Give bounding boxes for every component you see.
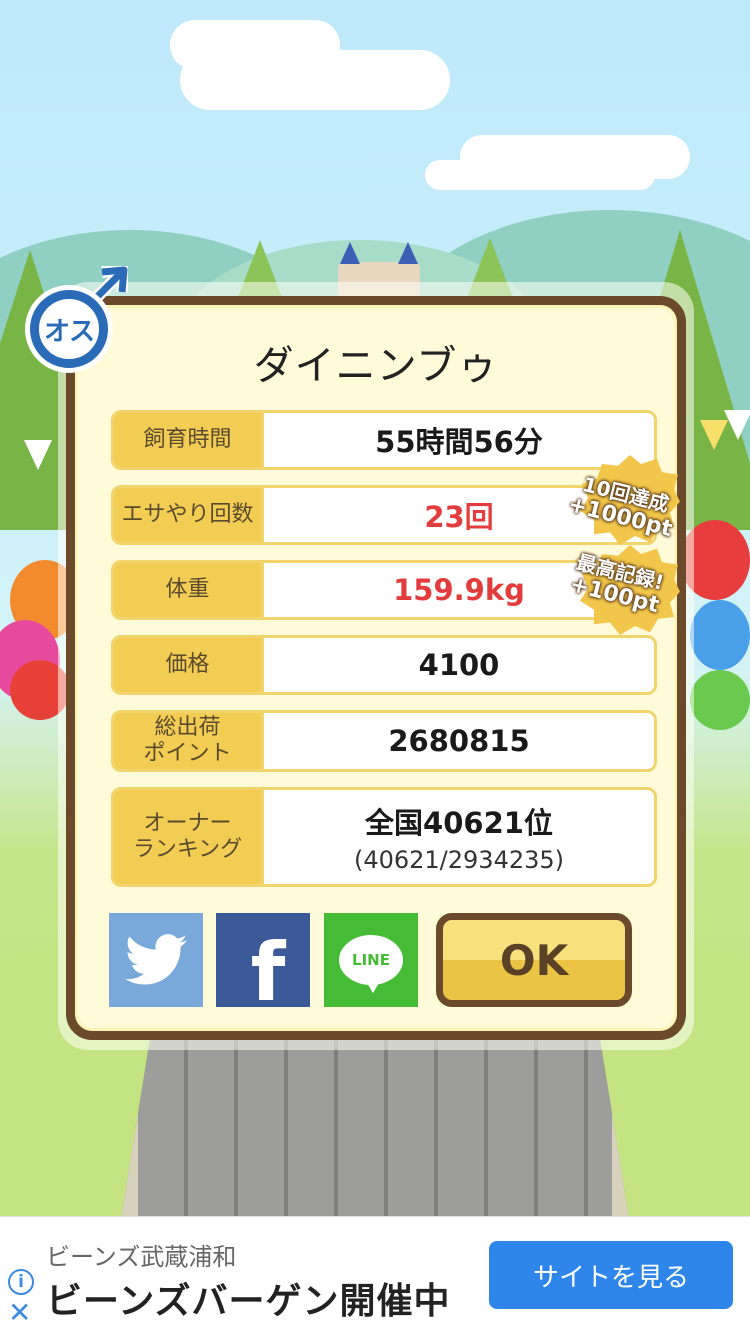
ad-banner[interactable]: i ✕ ビーンズ武蔵浦和 ビーンズバーゲン開催中 サイトを見る [0,1216,750,1334]
stat-row-owner-ranking: オーナー ランキング 全国40621位 (40621/2934235) [111,787,657,887]
stat-row-rearing-time: 飼育時間 55時間56分 [111,410,657,470]
ad-cta-button[interactable]: サイトを見る [489,1241,733,1309]
ad-store-name: ビーンズ武蔵浦和 [46,1243,237,1271]
stat-label: 総出荷 ポイント [114,713,264,769]
cobblestone-road [120,1035,630,1218]
stat-value: 4100 [418,648,500,682]
stat-label: 価格 [114,638,264,692]
ranking-value: 全国40621位 [365,806,553,840]
stat-value-wrap: 全国40621位 (40621/2934235) [264,790,654,884]
stat-row-total-points: 総出荷 ポイント 2680815 [111,710,657,772]
facebook-share-button[interactable]: f [216,913,310,1019]
stat-label: 体重 [114,563,264,617]
line-share-button[interactable]: LINE [324,913,418,1007]
stat-value: 55時間56分 [375,425,543,459]
ok-button[interactable]: OK [436,913,632,1007]
pet-status-dialog: ダイニンブゥ 飼育時間 55時間56分 エサやり回数 23回 体重 159.9k… [66,296,686,1040]
line-bubble-icon: LINE [339,935,403,993]
ad-close-icon[interactable]: ✕ [8,1299,31,1327]
stat-value: 2680815 [388,724,530,758]
gender-label: オス [43,316,95,347]
ad-headline[interactable]: ビーンズバーゲン開催中 [46,1272,450,1324]
stat-label: 飼育時間 [114,413,264,467]
male-gender-badge: オス [26,260,136,370]
facebook-f-icon: f [250,925,286,1019]
ranking-detail: (40621/2934235) [353,846,565,874]
stat-row-price: 価格 4100 [111,635,657,695]
ad-info-icon[interactable]: i [8,1269,34,1295]
ok-label: OK [499,935,569,985]
gender-ring: オス [30,290,108,368]
stat-label: オーナー ランキング [114,790,264,884]
pet-name: ダイニンブゥ [253,343,499,389]
stat-label: エサやり回数 [114,488,264,542]
twitter-bird-icon [125,934,187,985]
line-label: LINE [352,951,390,969]
twitter-share-button[interactable] [109,913,203,1007]
